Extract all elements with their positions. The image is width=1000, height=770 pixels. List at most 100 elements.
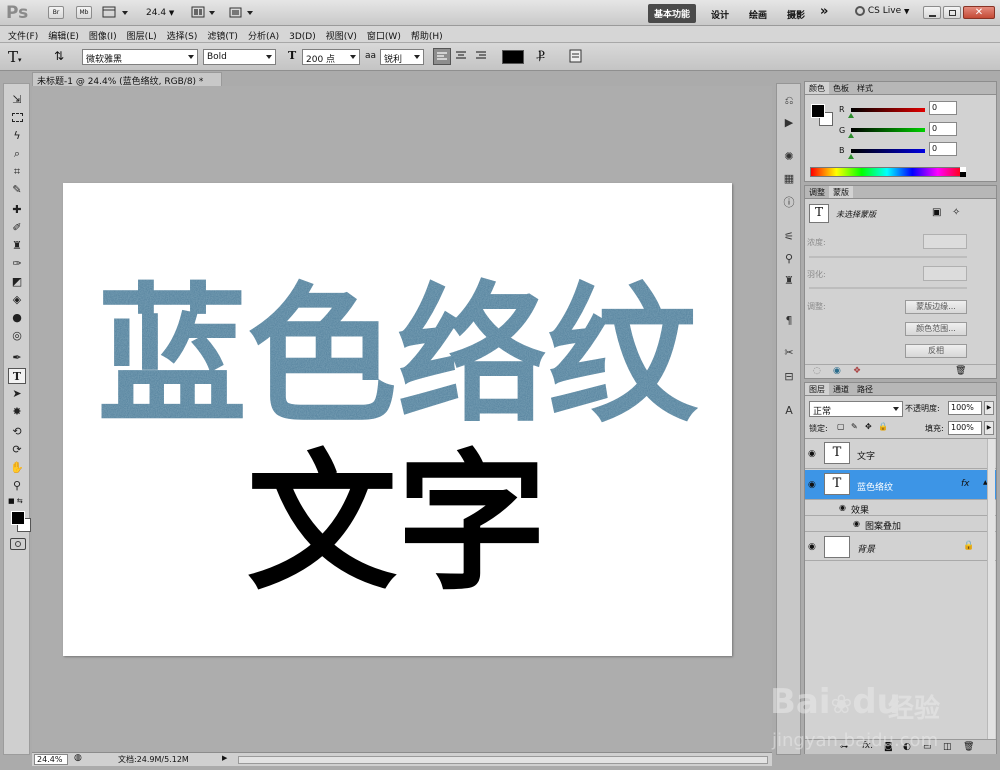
quick-selection-tool-icon[interactable]: ⌕ — [8, 146, 26, 162]
pattern-overlay-eye-icon[interactable]: ◉ — [853, 519, 860, 528]
layer-visibility-eye-icon[interactable]: ◉ — [808, 449, 818, 459]
lock-pixels-icon[interactable]: ✎ — [851, 422, 858, 431]
disable-mask-icon[interactable]: ❖ — [853, 366, 861, 376]
effects-row[interactable]: ◉ 效果 — [805, 501, 996, 516]
path-selection-tool-icon[interactable]: ➤ — [8, 386, 26, 402]
zoom-level-field[interactable]: 24.4% — [34, 754, 68, 765]
tab-paths[interactable]: 路径 — [853, 383, 877, 395]
default-colors-icon[interactable]: ■ ⇆ — [8, 497, 23, 505]
3d-rotate-tool-icon[interactable]: ⟲ — [8, 424, 26, 440]
opacity-field[interactable]: 100% — [948, 401, 982, 415]
menu-image[interactable]: 图像(I) — [84, 26, 122, 42]
horizontal-scrollbar[interactable] — [238, 756, 768, 764]
tab-adjustments[interactable]: 调整 — [805, 186, 829, 198]
lock-all-icon[interactable]: 🔒 — [878, 422, 888, 431]
align-left-icon[interactable] — [433, 48, 451, 65]
tab-swatches[interactable]: 色板 — [829, 82, 853, 94]
color-range-button[interactable]: 颜色范围... — [905, 322, 967, 336]
menu-help[interactable]: 帮助(H) — [406, 26, 448, 42]
tool-presets-panel-icon[interactable]: ✂ — [781, 346, 797, 361]
menu-window[interactable]: 窗口(W) — [362, 26, 406, 42]
arrange-documents-icon[interactable] — [191, 6, 219, 20]
delete-mask-icon[interactable]: 🗑 — [955, 366, 966, 376]
layer-visibility-eye-icon[interactable]: ◉ — [808, 480, 818, 490]
brush-tool-icon[interactable]: ✐ — [8, 220, 26, 236]
channel-g-slider[interactable] — [851, 128, 925, 132]
screen-mode-icon[interactable] — [228, 6, 256, 20]
black-text[interactable]: 文字 — [247, 437, 547, 611]
pixel-mask-icon[interactable]: ▣ — [932, 207, 941, 218]
spectrum-black-swatch[interactable] — [960, 172, 966, 177]
tab-styles[interactable]: 样式 — [853, 82, 877, 94]
channel-b-handle[interactable] — [848, 154, 854, 159]
blend-mode-select[interactable]: 正常 — [809, 401, 903, 417]
view-mask-icon[interactable]: ◉ — [833, 366, 841, 376]
info-panel-icon[interactable]: ⓘ — [781, 194, 797, 209]
view-extras-icon[interactable] — [102, 6, 130, 20]
close-window-button[interactable]: ✕ — [963, 6, 995, 19]
zoom-combo[interactable]: 24.4 ▼ — [146, 8, 174, 18]
eyedropper-tool-icon[interactable]: ✎ — [8, 182, 26, 198]
align-right-icon[interactable] — [473, 48, 491, 65]
brush-presets-panel-icon[interactable]: ⚟ — [781, 230, 797, 245]
paragraph-panel-icon[interactable]: ¶ — [781, 314, 797, 329]
channel-b-slider[interactable] — [851, 149, 925, 153]
opacity-slider-toggle[interactable]: ▶ — [984, 401, 994, 415]
color-spectrum-bar[interactable] — [810, 167, 964, 177]
tab-layers[interactable]: 图层 — [805, 383, 829, 395]
text-color-swatch[interactable] — [502, 50, 524, 64]
clone-source-panel-icon[interactable]: ♜ — [781, 274, 797, 289]
menu-file[interactable]: 文件(F) — [0, 26, 43, 42]
crop-tool-icon[interactable]: ⌗ — [8, 164, 26, 180]
navigator-panel-icon[interactable]: ▦ — [781, 172, 797, 187]
layer-row-background[interactable]: ◉ 背景 🔒 — [805, 533, 996, 561]
feather-field[interactable] — [923, 266, 967, 281]
tab-channels[interactable]: 通道 — [829, 383, 853, 395]
cs-live-button[interactable]: CS Live ▼ — [855, 6, 909, 17]
vector-mask-icon[interactable]: ✧ — [952, 207, 960, 218]
layer-visibility-eye-icon[interactable]: ◉ — [808, 542, 818, 552]
brush-panel-icon[interactable]: ⚲ — [781, 252, 797, 267]
pattern-overlay-row[interactable]: ◉ 图案叠加 — [805, 517, 996, 532]
3d-orbit-tool-icon[interactable]: ⟳ — [8, 442, 26, 458]
lasso-tool-icon[interactable]: ϟ — [8, 128, 26, 144]
channel-r-input[interactable]: 0 — [929, 101, 957, 115]
character-panel-icon[interactable] — [568, 48, 584, 64]
workspace-essentials[interactable]: 基本功能 — [648, 4, 697, 23]
bridge-icon[interactable]: Br — [48, 6, 64, 19]
align-center-icon[interactable] — [453, 48, 471, 65]
workspace-painting[interactable]: 绘画 — [743, 4, 773, 25]
toggle-orientation-icon[interactable]: ⇅ — [54, 49, 64, 63]
restore-button[interactable] — [943, 6, 961, 19]
pen-tool-icon[interactable]: ✒ — [8, 350, 26, 366]
zoom-tool-icon[interactable]: ⚲ — [8, 478, 26, 494]
marquee-tool-icon[interactable] — [8, 110, 26, 126]
invert-button[interactable]: 反相 — [905, 344, 967, 358]
antialias-select[interactable]: 锐利 — [380, 49, 424, 65]
lock-transparent-icon[interactable]: ▢ — [837, 422, 845, 431]
font-style-select[interactable]: Bold — [203, 49, 276, 65]
channel-r-handle[interactable] — [848, 113, 854, 118]
history-panel-icon[interactable]: ⎌ — [781, 94, 797, 109]
feather-slider[interactable] — [809, 287, 967, 289]
clone-stamp-tool-icon[interactable]: ♜ — [8, 238, 26, 254]
minimize-button[interactable] — [923, 6, 941, 19]
actions-panel-icon[interactable]: ▶ — [781, 116, 797, 131]
status-menu-arrow-icon[interactable]: ▶ — [222, 754, 227, 762]
layer-row-text[interactable]: ◉ T 文字 — [805, 439, 996, 469]
tab-masks[interactable]: 蒙版 — [829, 186, 853, 198]
dodge-tool-icon[interactable]: ◎ — [8, 328, 26, 344]
menu-select[interactable]: 选择(S) — [162, 26, 203, 42]
font-family-select[interactable]: 微软雅黑 — [82, 49, 198, 65]
character-panel-dock-icon[interactable]: A — [781, 404, 797, 419]
load-selection-icon[interactable]: ◌ — [813, 366, 821, 376]
minibridge-icon[interactable]: Mb — [76, 6, 92, 19]
channel-b-input[interactable]: 0 — [929, 142, 957, 156]
foreground-color-swatch[interactable] — [11, 511, 25, 525]
quick-mask-icon[interactable] — [10, 538, 26, 550]
3d-panel-icon[interactable]: ✺ — [781, 150, 797, 165]
mask-edge-button[interactable]: 蒙版边缘... — [905, 300, 967, 314]
workspace-photography[interactable]: 摄影 — [781, 4, 811, 25]
menu-view[interactable]: 视图(V) — [321, 26, 362, 42]
menu-edit[interactable]: 编辑(E) — [43, 26, 84, 42]
